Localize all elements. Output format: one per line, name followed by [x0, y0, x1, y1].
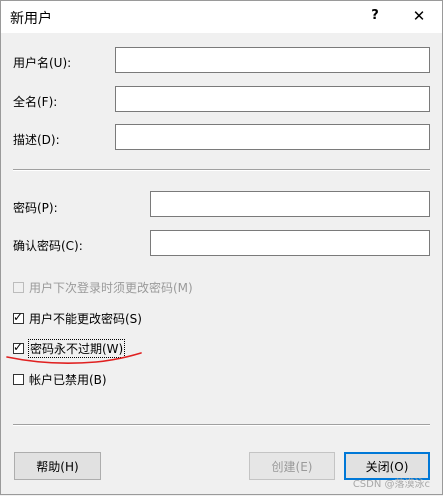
fullname-input[interactable] — [115, 86, 430, 112]
create-button[interactable]: 创建(E) — [249, 452, 335, 480]
password-input[interactable] — [150, 191, 430, 217]
help-button-label: 帮助(H) — [36, 459, 79, 474]
confirm-password-label: 确认密码(C): — [13, 239, 83, 253]
username-label: 用户名(U): — [13, 56, 72, 70]
account-disabled-label: 帐户已禁用(B) — [29, 372, 107, 387]
help-question-icon[interactable]: ? — [363, 6, 387, 26]
title-bar: 新用户 ? ✕ — [1, 1, 442, 33]
checkmark-icon: ✓ — [13, 339, 24, 354]
must-change-label: 用户下次登录时须更改密码(M) — [29, 280, 193, 295]
create-button-label: 创建(E) — [271, 459, 313, 474]
description-label: 描述(D): — [13, 133, 60, 147]
close-icon[interactable]: ✕ — [407, 6, 431, 26]
username-input[interactable] — [115, 47, 430, 73]
never-expires-checkbox[interactable]: ✓ — [13, 339, 24, 354]
never-expires-label: 密码永不过期(W) — [27, 338, 126, 358]
must-change-password-option[interactable]: 用户下次登录时须更改密码(M) — [13, 278, 193, 296]
dialog-title: 新用户 — [10, 11, 52, 27]
confirm-password-input[interactable] — [150, 230, 430, 256]
cannot-change-label: 用户不能更改密码(S) — [29, 311, 142, 326]
checkmark-icon: ✓ — [13, 309, 24, 324]
close-button-label: 关闭(O) — [365, 459, 409, 474]
password-never-expires-option[interactable]: ✓ 密码永不过期(W) — [13, 338, 126, 358]
must-change-checkbox[interactable] — [13, 281, 24, 293]
cannot-change-checkbox[interactable]: ✓ — [13, 309, 24, 324]
separator — [13, 424, 430, 426]
separator — [13, 169, 430, 171]
password-label: 密码(P): — [13, 201, 58, 215]
new-user-dialog: 新用户 ? ✕ 用户名(U): 全名(F): 描述(D): 密码(P): 确认密… — [0, 0, 443, 495]
cannot-change-password-option[interactable]: ✓ 用户不能更改密码(S) — [13, 309, 142, 327]
description-input[interactable] — [115, 124, 430, 150]
account-disabled-checkbox[interactable] — [13, 373, 24, 385]
account-disabled-option[interactable]: 帐户已禁用(B) — [13, 370, 107, 388]
fullname-label: 全名(F): — [13, 95, 58, 109]
watermark: CSDN @落漠泳c — [352, 479, 430, 490]
help-button[interactable]: 帮助(H) — [14, 452, 101, 480]
